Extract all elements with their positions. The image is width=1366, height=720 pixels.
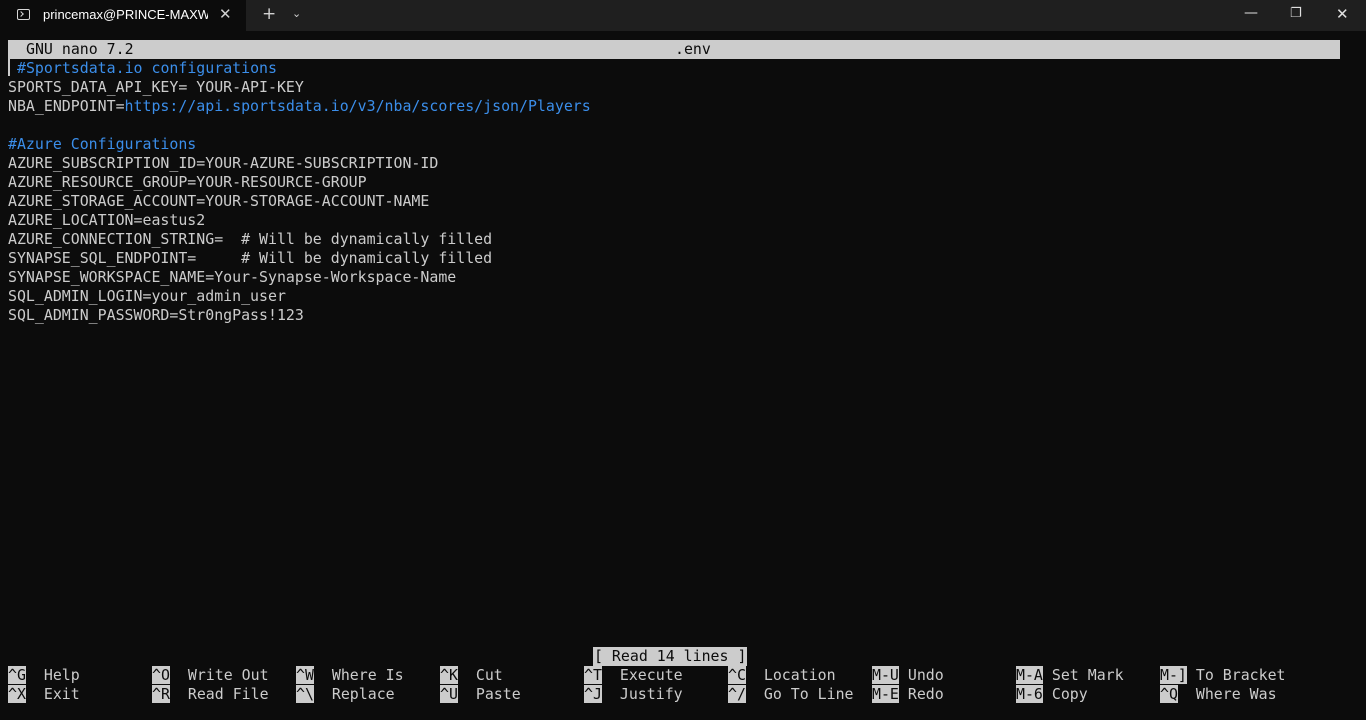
shortcut-label: Paste bbox=[457, 685, 521, 703]
shortcut-key: M-U bbox=[872, 666, 899, 684]
title-bar: princemax@PRINCE-MAXWELL ✕ + ⌄ — ❐ ✕ bbox=[0, 0, 1366, 31]
line-text: SYNAPSE_WORKSPACE_NAME=Your-Synapse-Work… bbox=[8, 268, 457, 286]
line-text: SPORTS_DATA_API_KEY= YOUR-API-KEY bbox=[8, 78, 304, 96]
shortcut-key: ^J bbox=[584, 685, 602, 703]
line-text: AZURE_CONNECTION_STRING= # Will be dynam… bbox=[8, 230, 493, 248]
line-text: SYNAPSE_SQL_ENDPOINT= # Will be dynamica… bbox=[8, 249, 493, 267]
shortcut-item: M-6 Copy bbox=[1016, 685, 1088, 704]
editor-line: NBA_ENDPOINT=https://api.sportsdata.io/v… bbox=[8, 97, 591, 116]
shortcut-item: ^K Cut bbox=[440, 666, 503, 685]
shortcut-label: To Bracket bbox=[1186, 666, 1286, 684]
line-key: NBA_ENDPOINT= bbox=[8, 97, 125, 115]
shortcut-item: ^Q Where Was bbox=[1160, 685, 1277, 704]
shortcut-item: ^R Read File bbox=[152, 685, 269, 704]
terminal-icon bbox=[17, 9, 30, 20]
line-text: AZURE_STORAGE_ACCOUNT=YOUR-STORAGE-ACCOU… bbox=[8, 192, 430, 210]
shortcut-label: Where Is bbox=[313, 666, 404, 684]
shortcut-key: ^G bbox=[8, 666, 26, 684]
shortcut-label: Cut bbox=[457, 666, 503, 684]
shortcut-label: Execute bbox=[601, 666, 683, 684]
shortcut-item: ^T Execute bbox=[584, 666, 683, 685]
shortcut-key: ^\ bbox=[296, 685, 314, 703]
shortcut-key: ^/ bbox=[728, 685, 746, 703]
status-message: [ Read 14 lines ] bbox=[593, 647, 748, 666]
shortcut-label: Replace bbox=[313, 685, 395, 703]
minimize-icon[interactable]: — bbox=[1244, 5, 1258, 21]
shortcut-label: Undo bbox=[898, 666, 944, 684]
editor-line: AZURE_LOCATION=eastus2 bbox=[8, 211, 205, 230]
line-text: AZURE_RESOURCE_GROUP=YOUR-RESOURCE-GROUP bbox=[8, 173, 367, 191]
shortcut-item: ^C Location bbox=[728, 666, 836, 685]
line-text: SQL_ADMIN_LOGIN=your_admin_user bbox=[8, 287, 286, 305]
nano-version: GNU nano 7.2 bbox=[26, 40, 134, 58]
editor-line: AZURE_SUBSCRIPTION_ID=YOUR-AZURE-SUBSCRI… bbox=[8, 154, 438, 173]
shortcut-item: ^X Exit bbox=[8, 685, 80, 704]
comment-text: #Sportsdata.io configurations bbox=[17, 59, 277, 77]
editor-line: SYNAPSE_SQL_ENDPOINT= # Will be dynamica… bbox=[8, 249, 492, 268]
shortcut-label: Go To Line bbox=[745, 685, 854, 703]
file-name: .env bbox=[675, 40, 711, 58]
shortcut-label: Set Mark bbox=[1042, 666, 1124, 684]
shortcut-key: M-A bbox=[1016, 666, 1043, 684]
editor-line: SPORTS_DATA_API_KEY= YOUR-API-KEY bbox=[8, 78, 304, 97]
shortcut-key: ^T bbox=[584, 666, 602, 684]
url-text: https://api.sportsdata.io/v3/nba/scores/… bbox=[124, 97, 591, 115]
shortcut-item: M-U Undo bbox=[872, 666, 944, 685]
shortcut-key: ^X bbox=[8, 685, 26, 703]
editor-line: SQL_ADMIN_PASSWORD=Str0ngPass!123 bbox=[8, 306, 304, 325]
shortcut-item: ^U Paste bbox=[440, 685, 521, 704]
shortcut-key: ^R bbox=[152, 685, 170, 703]
nano-header: GNU nano 7.2 .env bbox=[8, 40, 1340, 59]
shortcut-key: ^U bbox=[440, 685, 458, 703]
editor-line: SYNAPSE_WORKSPACE_NAME=Your-Synapse-Work… bbox=[8, 268, 456, 287]
chevron-down-icon[interactable]: ⌄ bbox=[292, 7, 301, 20]
shortcut-item: ^G Help bbox=[8, 666, 80, 685]
shortcut-label: Redo bbox=[898, 685, 944, 703]
shortcut-label: Justify bbox=[601, 685, 683, 703]
editor-line: #Sportsdata.io configurations bbox=[8, 59, 277, 78]
line-text: SQL_ADMIN_PASSWORD=Str0ngPass!123 bbox=[8, 306, 304, 324]
shortcut-key: ^W bbox=[296, 666, 314, 684]
shortcut-label: Help bbox=[25, 666, 80, 684]
shortcut-label: Where Was bbox=[1177, 685, 1277, 703]
shortcut-label: Read File bbox=[169, 685, 269, 703]
shortcut-item: M-] To Bracket bbox=[1160, 666, 1286, 685]
shortcut-key: M-] bbox=[1160, 666, 1187, 684]
shortcut-item: ^O Write Out bbox=[152, 666, 269, 685]
close-window-icon[interactable]: ✕ bbox=[1336, 6, 1349, 22]
shortcut-key: ^O bbox=[152, 666, 170, 684]
editor-line: AZURE_RESOURCE_GROUP=YOUR-RESOURCE-GROUP bbox=[8, 173, 367, 192]
shortcut-label: Copy bbox=[1042, 685, 1088, 703]
shortcut-key: ^K bbox=[440, 666, 458, 684]
editor-line: SQL_ADMIN_LOGIN=your_admin_user bbox=[8, 287, 286, 306]
new-tab-icon[interactable]: + bbox=[262, 6, 276, 23]
close-tab-icon[interactable]: ✕ bbox=[219, 7, 232, 22]
shortcut-key: ^C bbox=[728, 666, 746, 684]
shortcut-label: Location bbox=[745, 666, 836, 684]
maximize-icon[interactable]: ❐ bbox=[1290, 6, 1302, 22]
editor-line: AZURE_CONNECTION_STRING= # Will be dynam… bbox=[8, 230, 492, 249]
shortcut-item: ^W Where Is bbox=[296, 666, 404, 685]
shortcut-item: M-E Redo bbox=[872, 685, 944, 704]
terminal-tab[interactable]: princemax@PRINCE-MAXWELL ✕ bbox=[0, 0, 246, 31]
shortcut-key: M-6 bbox=[1016, 685, 1043, 703]
line-text: AZURE_LOCATION=eastus2 bbox=[8, 211, 206, 229]
shortcut-label: Exit bbox=[25, 685, 80, 703]
shortcut-item: ^/ Go To Line bbox=[728, 685, 854, 704]
comment-text: #Azure Configurations bbox=[8, 135, 197, 153]
shortcut-item: ^J Justify bbox=[584, 685, 683, 704]
line-text: AZURE_SUBSCRIPTION_ID=YOUR-AZURE-SUBSCRI… bbox=[8, 154, 439, 172]
shortcut-item: ^\ Replace bbox=[296, 685, 395, 704]
editor-line: #Azure Configurations bbox=[8, 135, 196, 154]
shortcut-key: ^Q bbox=[1160, 685, 1178, 703]
editor-line: AZURE_STORAGE_ACCOUNT=YOUR-STORAGE-ACCOU… bbox=[8, 192, 429, 211]
shortcut-item: M-A Set Mark bbox=[1016, 666, 1124, 685]
shortcut-key: M-E bbox=[872, 685, 899, 703]
shortcut-label: Write Out bbox=[169, 666, 269, 684]
tab-title: princemax@PRINCE-MAXWELL bbox=[43, 7, 208, 22]
